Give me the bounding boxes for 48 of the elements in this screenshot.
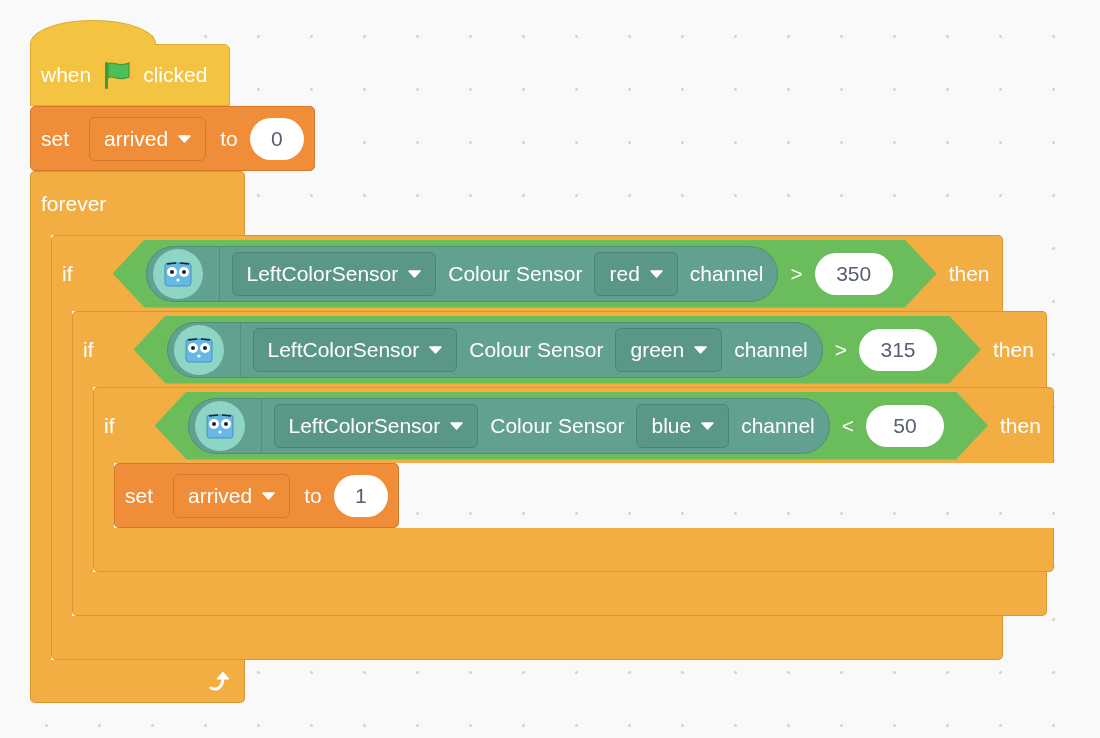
- value-field[interactable]: 50: [866, 404, 944, 447]
- block-label: Colour Sensor: [469, 337, 604, 362]
- caret-icon: [178, 134, 192, 143]
- block-label: forever: [41, 191, 107, 216]
- flag-icon: [103, 60, 132, 90]
- dropdown[interactable]: arrived: [173, 473, 291, 518]
- caret-icon: [429, 345, 443, 354]
- dropdown[interactable]: blue: [636, 403, 730, 448]
- operator-label: >: [834, 337, 848, 362]
- block-label: when: [41, 63, 92, 87]
- repeat-arrow-icon: [208, 669, 232, 693]
- operator-label: <: [841, 413, 854, 438]
- block-label: then: [1000, 413, 1041, 438]
- dropdown[interactable]: green: [615, 327, 723, 372]
- value-field[interactable]: 1: [333, 474, 388, 517]
- caret-icon: [649, 269, 663, 278]
- operator-label: >: [790, 261, 803, 286]
- block-label: to: [304, 483, 322, 508]
- caret-icon: [262, 491, 276, 500]
- block-label: then: [948, 261, 990, 286]
- block-label: Colour Sensor: [448, 261, 583, 286]
- block-label: if: [83, 337, 94, 362]
- caret-icon: [408, 269, 422, 278]
- block-label: then: [993, 337, 1034, 362]
- block-label: clicked: [143, 63, 208, 87]
- block-label: channel: [734, 337, 808, 362]
- block-label: channel: [689, 261, 764, 286]
- block-label: if: [104, 413, 115, 438]
- dropdown[interactable]: red: [594, 251, 678, 296]
- block-label: Colour Sensor: [490, 413, 625, 438]
- caret-icon: [701, 421, 715, 430]
- value-field[interactable]: 350: [814, 252, 893, 295]
- block-label: to: [220, 126, 238, 151]
- dropdown[interactable]: LeftColorSensor: [252, 327, 458, 372]
- value-field[interactable]: 315: [859, 328, 938, 371]
- dropdown[interactable]: arrived: [89, 116, 207, 161]
- block-label: set: [41, 126, 69, 151]
- caret-icon: [450, 421, 464, 430]
- value-field[interactable]: 0: [249, 117, 304, 160]
- dropdown[interactable]: LeftColorSensor: [273, 403, 479, 448]
- caret-icon: [694, 345, 708, 354]
- block-label: set: [125, 483, 153, 508]
- sensor-icon: [194, 400, 245, 451]
- block-label: if: [62, 261, 73, 286]
- sensor-icon: [152, 248, 203, 299]
- dropdown[interactable]: LeftColorSensor: [231, 251, 437, 296]
- block-label: channel: [741, 413, 815, 438]
- sensor-icon: [173, 324, 224, 375]
